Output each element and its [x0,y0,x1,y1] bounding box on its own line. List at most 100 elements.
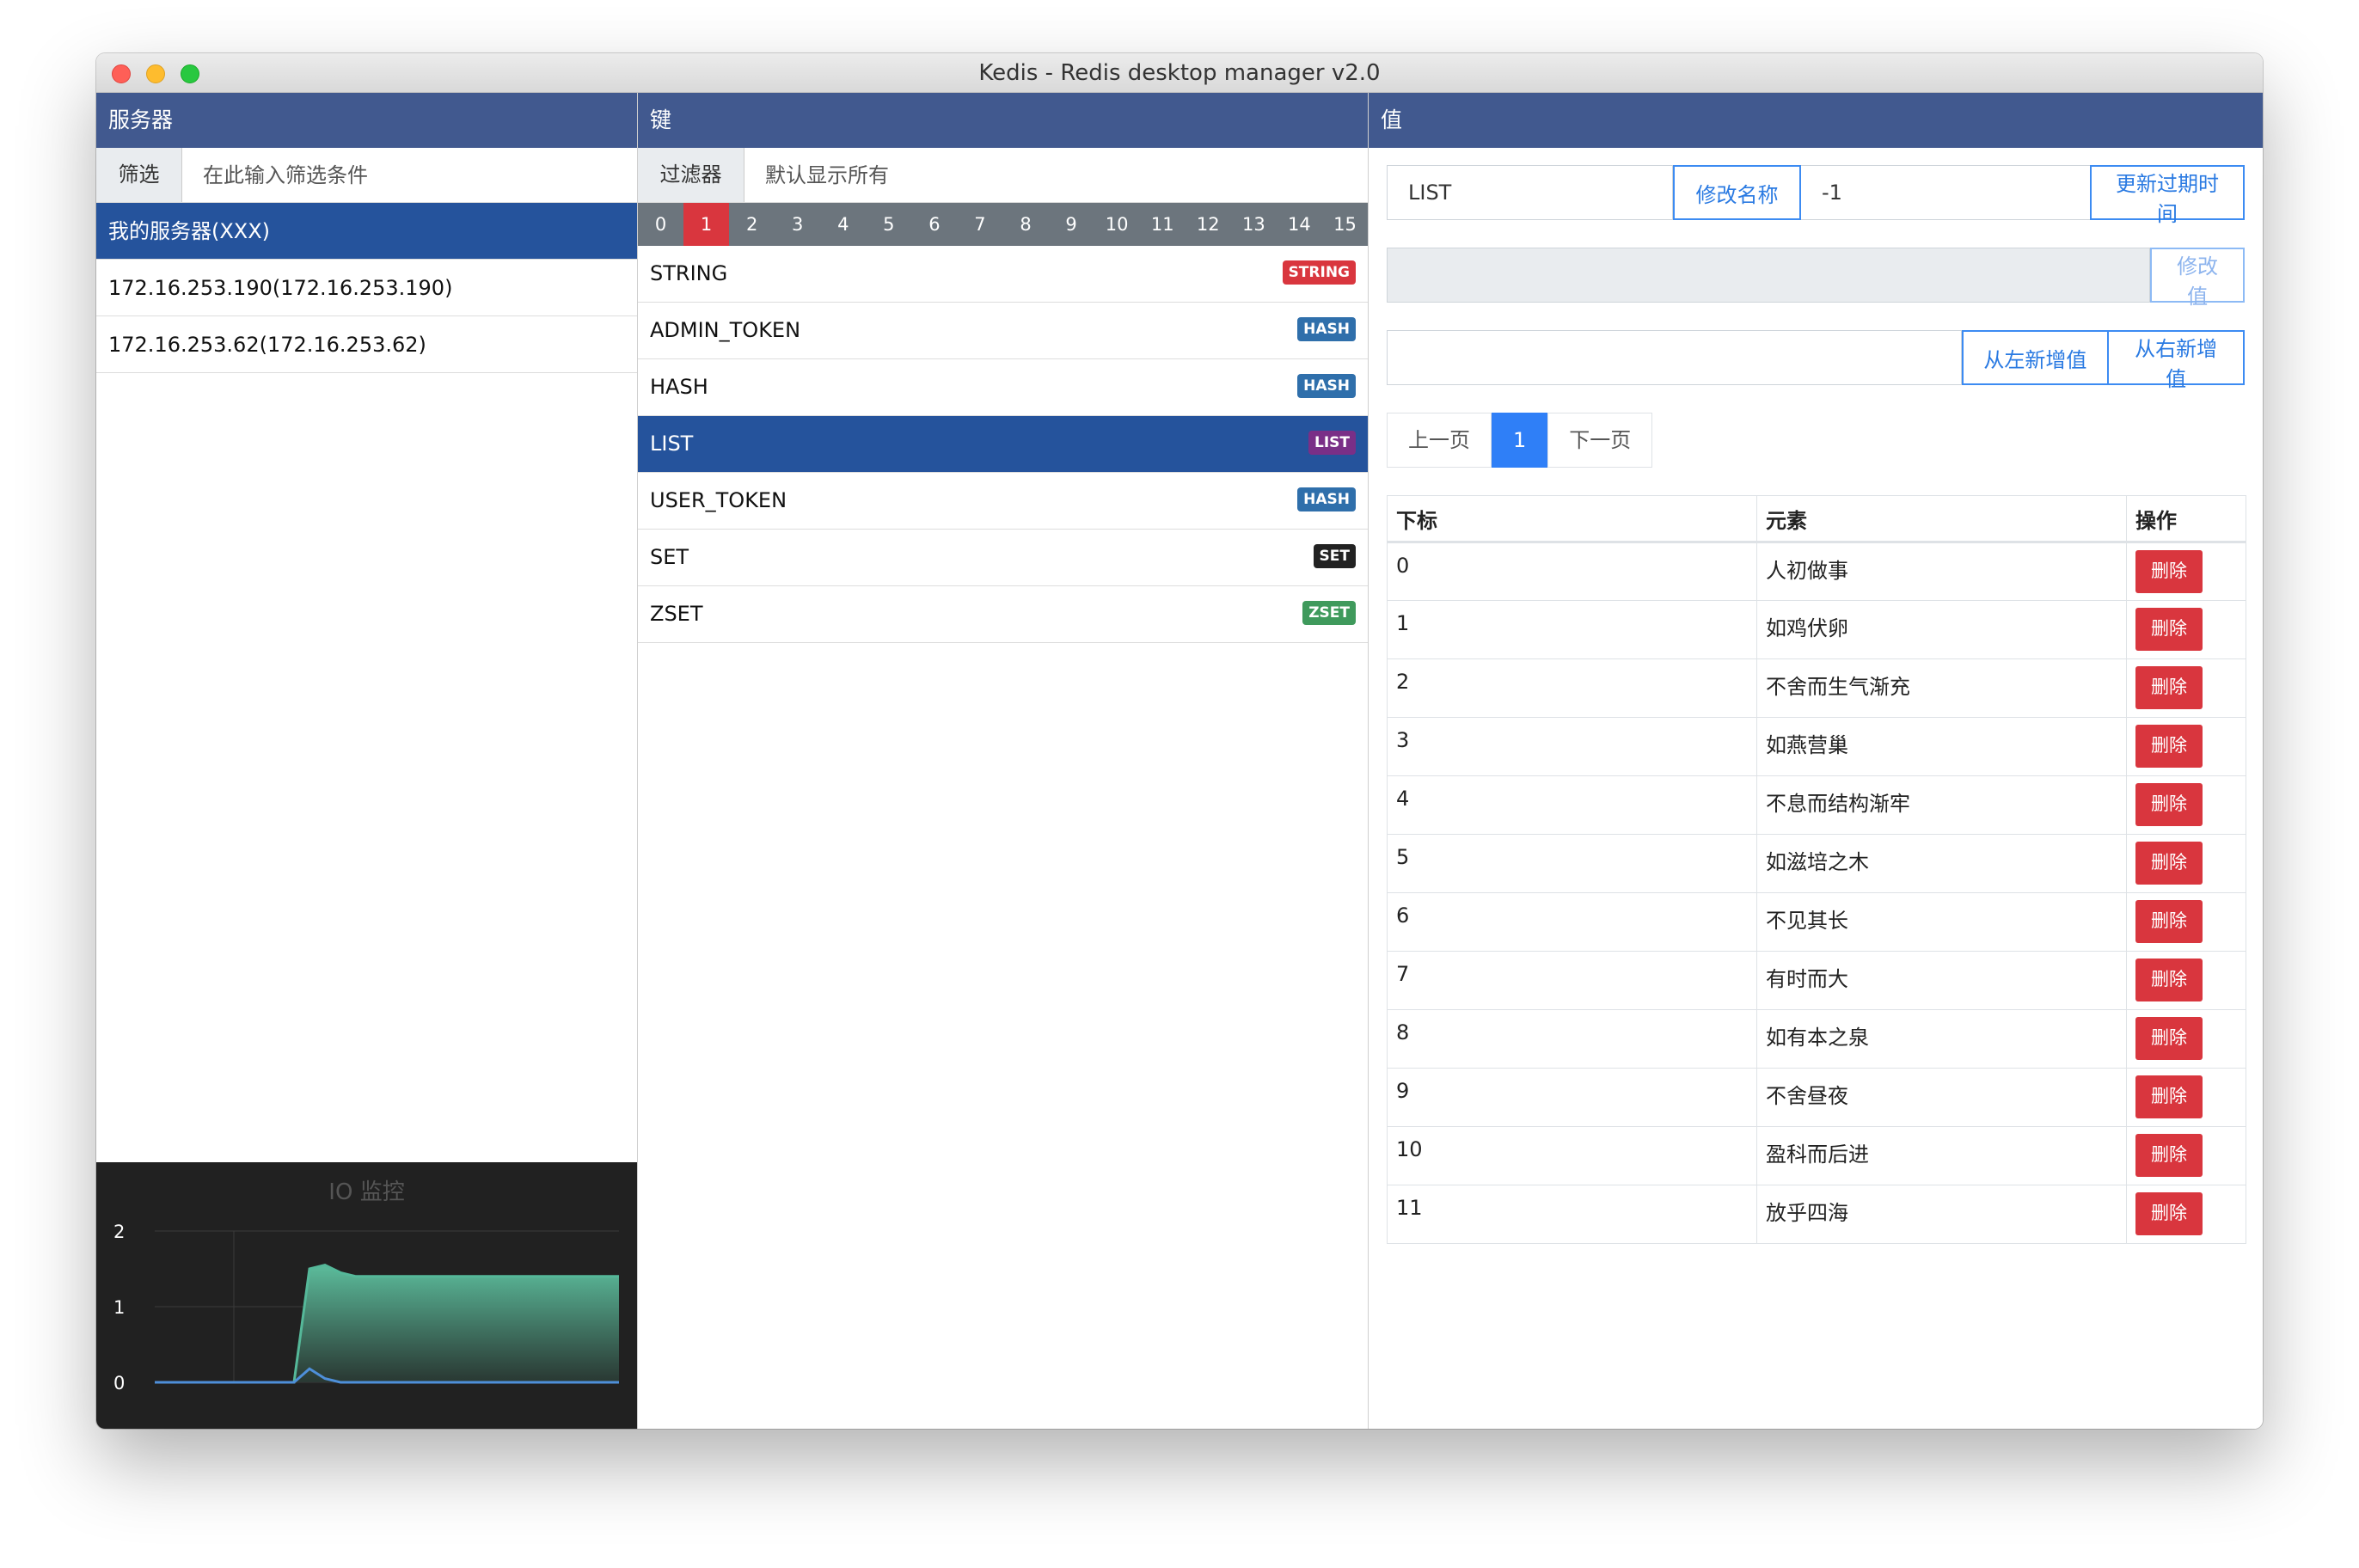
db-tab-13[interactable]: 13 [1231,203,1277,246]
key-filter-input[interactable] [744,148,1368,202]
delete-button[interactable]: 删除 [2135,1134,2203,1177]
delete-button[interactable]: 删除 [2135,550,2203,593]
key-item[interactable]: SET SET [638,530,1368,586]
delete-button[interactable]: 删除 [2135,1192,2203,1235]
db-tab-1[interactable]: 1 [683,203,730,246]
server-filter-label: 筛选 [96,148,182,202]
window-title: Kedis - Redis desktop manager v2.0 [978,60,1381,86]
cell-element: 如滋培之木 [1756,834,2127,893]
table-row: 8 如有本之泉 删除 [1387,1009,2246,1069]
key-name: ADMIN_TOKEN [650,318,801,342]
value-input[interactable] [1387,248,2151,303]
cell-index: 2 [1387,658,1757,718]
key-item[interactable]: ADMIN_TOKEN HASH [638,303,1368,359]
table-row: 1 如鸡伏卵 删除 [1387,600,2246,659]
value-edit-row: 修改值 [1387,248,2245,309]
cell-element: 如鸡伏卵 [1756,600,2127,659]
server-item[interactable]: 172.16.253.62(172.16.253.62) [96,316,637,373]
table-row: 0 人初做事 删除 [1387,542,2246,601]
delete-button[interactable]: 删除 [2135,1017,2203,1060]
db-tab-7[interactable]: 7 [957,203,1002,246]
delete-button[interactable]: 删除 [2135,783,2203,826]
io-chart: 2 1 0 [113,1222,619,1393]
current-page-button[interactable]: 1 [1492,413,1548,468]
keys-pane: 键 过滤器 0123456789101112131415 STRINGSTRIN… [638,93,1369,1429]
db-tab-9[interactable]: 9 [1049,203,1094,246]
cell-index: 5 [1387,834,1757,893]
cell-index: 3 [1387,717,1757,776]
db-tab-0[interactable]: 0 [638,203,683,246]
cell-element: 人初做事 [1756,542,2127,601]
server-item[interactable]: 172.16.253.190(172.16.253.190) [96,260,637,316]
cell-element: 盈科而后进 [1756,1126,2127,1185]
delete-button[interactable]: 删除 [2135,900,2203,943]
table-header-row: 下标 元素 操作 [1387,495,2246,543]
io-monitor-panel: IO 监控 210 [96,1162,637,1429]
cell-index: 1 [1387,600,1757,659]
push-value-row: 从左新增值 从右新增值 [1387,330,2245,391]
db-tab-3[interactable]: 3 [775,203,820,246]
edit-value-button[interactable]: 修改值 [2150,248,2245,309]
next-page-button[interactable]: 下一页 [1547,413,1653,468]
delete-button[interactable]: 删除 [2135,1075,2203,1118]
key-item[interactable]: USER_TOKEN HASH [638,473,1368,530]
cell-actions: 删除 [2126,1126,2246,1185]
db-tab-11[interactable]: 11 [1140,203,1186,246]
server-filter-input[interactable] [182,148,637,202]
key-item[interactable]: STRING STRING [638,246,1368,303]
db-tab-6[interactable]: 6 [911,203,957,246]
delete-button[interactable]: 删除 [2135,666,2203,709]
key-filter-label: 过滤器 [638,148,744,202]
db-tab-4[interactable]: 4 [820,203,866,246]
key-name: SET [650,545,689,569]
new-value-input[interactable] [1387,330,1962,385]
column-header-element: 元素 [1756,495,2127,543]
db-tab-12[interactable]: 12 [1186,203,1231,246]
cell-index: 9 [1387,1068,1757,1127]
push-left-button[interactable]: 从左新增值 [1961,330,2110,385]
servers-header: 服务器 [96,93,637,148]
db-tab-8[interactable]: 8 [1003,203,1049,246]
db-tab-10[interactable]: 10 [1094,203,1140,246]
server-item[interactable]: 我的服务器(XXX) [96,203,637,260]
db-tab-15[interactable]: 15 [1322,203,1368,246]
db-tab-14[interactable]: 14 [1277,203,1322,246]
column-header-actions: 操作 [2126,495,2246,543]
cell-index: 4 [1387,775,1757,835]
cell-index: 11 [1387,1185,1757,1244]
db-tab-2[interactable]: 2 [729,203,775,246]
cell-actions: 删除 [2126,1185,2246,1244]
key-type-badge: SET [1313,544,1356,568]
keys-header: 键 [638,93,1368,148]
update-ttl-button[interactable]: 更新过期时间 [2090,165,2245,226]
key-type-badge: STRING [1282,260,1356,285]
delete-button[interactable]: 删除 [2135,608,2203,651]
key-item[interactable]: LIST LIST [638,416,1368,473]
cell-actions: 删除 [2126,717,2246,776]
cell-element: 不舍昼夜 [1756,1068,2127,1127]
delete-button[interactable]: 删除 [2135,959,2203,1001]
key-name: HASH [650,375,708,399]
table-row: 10 盈科而后进 删除 [1387,1126,2246,1185]
table-body: 0 人初做事 删除 1 如鸡伏卵 删除 2 不舍而生气渐充 删除 3 如燕营巢 删除 4 不息而结构渐牢删… [1387,542,2246,1244]
cell-element: 不息而结构渐牢 [1756,775,2127,835]
value-header: 值 [1369,93,2263,148]
key-type-badge: HASH [1297,317,1356,341]
ttl-input[interactable] [1801,165,2090,220]
rename-button[interactable]: 修改名称 [1673,165,1801,220]
key-item[interactable]: ZSET ZSET [638,586,1368,643]
key-item[interactable]: HASH HASH [638,359,1368,416]
title-bar[interactable]: Kedis - Redis desktop manager v2.0 [96,53,2263,93]
key-type-badge: HASH [1297,487,1356,511]
push-right-button[interactable]: 从右新增值 [2109,330,2245,391]
delete-button[interactable]: 删除 [2135,725,2203,768]
delete-button[interactable]: 删除 [2135,842,2203,885]
cell-element: 放乎四海 [1756,1185,2127,1244]
key-name-input[interactable] [1387,165,1673,220]
key-name: ZSET [650,602,703,626]
pagination: 上一页 1 下一页 [1387,413,2245,468]
prev-page-button[interactable]: 上一页 [1387,413,1492,468]
cell-index: 0 [1387,542,1757,601]
db-tab-5[interactable]: 5 [866,203,911,246]
key-type-badge: HASH [1297,374,1356,398]
